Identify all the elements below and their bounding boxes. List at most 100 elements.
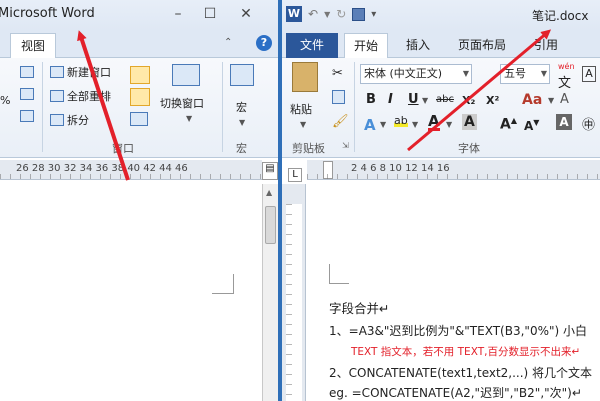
- tab-page-layout[interactable]: 页面布局: [452, 33, 512, 58]
- doc-heading: 字段合并↵: [329, 301, 390, 316]
- close-icon[interactable]: ✕: [238, 6, 254, 22]
- superscript-button[interactable]: X²: [486, 94, 499, 107]
- help-icon[interactable]: ?: [256, 35, 272, 51]
- new-window-icon: [50, 66, 64, 78]
- format-painter-icon[interactable]: 🖌: [332, 114, 349, 129]
- font-size-select[interactable]: 五号 ▼: [500, 64, 550, 84]
- left-document-area[interactable]: [0, 184, 262, 401]
- synchronous-scrolling-icon[interactable]: [130, 88, 150, 106]
- tab-home[interactable]: 开始: [344, 33, 388, 58]
- view-mode-icon[interactable]: [20, 110, 34, 122]
- left-word-window: Microsoft Word – ☐ ✕ 视图 ⌃ ? % 新建窗口 全部重排: [0, 0, 278, 401]
- view-mode-icon[interactable]: [20, 88, 34, 100]
- group-label-macros: 宏: [236, 142, 247, 155]
- chevron-down-icon: ▼: [462, 69, 469, 78]
- page-margin-marker: [329, 264, 349, 284]
- font-name-select[interactable]: 宋体 (中文正文) ▼: [360, 64, 472, 84]
- tab-view[interactable]: 视图: [10, 33, 56, 59]
- divider: [42, 62, 43, 152]
- copy-icon[interactable]: [332, 90, 345, 104]
- tab-insert[interactable]: 插入: [400, 33, 436, 58]
- arrange-all-icon: [50, 90, 64, 102]
- strikethrough-button[interactable]: abc: [436, 94, 454, 105]
- redo-icon[interactable]: ↻: [336, 7, 346, 21]
- tab-file[interactable]: 文件: [286, 33, 338, 58]
- screen: Microsoft Word – ☐ ✕ 视图 ⌃ ? % 新建窗口 全部重排: [0, 0, 600, 401]
- text-effects-icon[interactable]: A: [364, 116, 376, 134]
- customize-toolbar-icon[interactable]: ▾: [371, 9, 376, 20]
- tab-selector-icon[interactable]: L: [288, 168, 302, 182]
- paste-button[interactable]: 粘贴 ▼: [290, 62, 318, 129]
- maximize-icon[interactable]: ☐: [202, 6, 218, 22]
- word-logo-icon: W: [286, 6, 302, 22]
- left-horizontal-ruler: 26 28 30 32 34 36 38 40 42 44 46: [0, 160, 262, 180]
- arrange-all-button[interactable]: 全部重排: [50, 88, 111, 104]
- enclose-characters-icon[interactable]: A: [556, 114, 572, 130]
- character-shading-icon[interactable]: A: [462, 114, 477, 130]
- collapse-ribbon-icon[interactable]: ⌃: [224, 37, 232, 48]
- right-title-bar: W ↶ ▼ ↻ ▾ 笔记.docx: [282, 0, 600, 30]
- right-word-window: W ↶ ▼ ↻ ▾ 笔记.docx 文件 开始 插入 页面布局 引用 粘贴 ▼ …: [282, 0, 600, 401]
- chevron-down-icon[interactable]: ▼: [412, 120, 418, 129]
- page-margin-marker: [212, 274, 234, 294]
- italic-button[interactable]: I: [388, 92, 393, 107]
- chevron-down-icon: ▼: [239, 118, 246, 127]
- document-title: 笔记.docx: [532, 9, 589, 23]
- split-button[interactable]: 拆分: [50, 112, 89, 128]
- scrollbar-thumb[interactable]: [265, 206, 276, 244]
- enclosed-character-icon[interactable]: ㊥: [582, 114, 595, 133]
- document-area[interactable]: 字段合并↵ 1、=A3&"迟到比例为"&"TEXT(B3,"0%") 小白 TE…: [307, 184, 600, 401]
- font-color-icon[interactable]: A: [428, 114, 440, 131]
- split-icon: [50, 114, 64, 126]
- switch-windows-icon: [172, 64, 200, 86]
- change-case-icon[interactable]: Aa: [522, 92, 542, 108]
- dialog-launcher-icon[interactable]: ⇲: [342, 141, 349, 150]
- doc-line-1: 1、=A3&"迟到比例为"&"TEXT(B3,"0%") 小白: [329, 324, 587, 338]
- left-tab-row: 视图 ⌃ ?: [0, 30, 278, 59]
- left-window-title: Microsoft Word: [0, 6, 95, 21]
- new-window-button[interactable]: 新建窗口: [50, 64, 111, 80]
- chevron-down-icon: ▼: [300, 120, 307, 129]
- chevron-down-icon[interactable]: ▼: [548, 96, 554, 105]
- highlight-icon[interactable]: ab: [394, 114, 408, 127]
- quick-access-toolbar: W ↶ ▼ ↻ ▾: [286, 6, 376, 22]
- left-ribbon: % 新建窗口 全部重排 拆分 切换窗口 ▼ 宏 ▼ 窗口 宏: [0, 58, 278, 158]
- view-side-by-side-icon[interactable]: [130, 66, 150, 84]
- switch-windows-button[interactable]: 切换窗口 ▼: [160, 64, 204, 123]
- doc-line-1-note: TEXT 指文本，若不用 TEXT,百分数显示不出来↵: [351, 346, 581, 358]
- character-border-icon[interactable]: A: [582, 66, 596, 82]
- chevron-down-icon[interactable]: ▼: [422, 96, 428, 105]
- phonetic-guide-label: wén: [558, 62, 575, 71]
- cut-icon[interactable]: ✂: [332, 66, 343, 81]
- tab-references[interactable]: 引用: [528, 33, 564, 58]
- chevron-down-icon[interactable]: ▼: [324, 10, 330, 19]
- zoom-percent-icon[interactable]: %: [0, 94, 10, 107]
- divider: [354, 62, 355, 152]
- minimize-icon[interactable]: –: [170, 6, 186, 22]
- vertical-ruler: [282, 184, 306, 401]
- scroll-up-icon[interactable]: ▲: [266, 188, 272, 197]
- chevron-down-icon[interactable]: ▼: [380, 120, 386, 129]
- group-label-window: 窗口: [112, 142, 134, 155]
- bold-button[interactable]: B: [366, 92, 376, 107]
- shrink-font-button[interactable]: A▼: [524, 118, 539, 133]
- view-ruler-icon[interactable]: ▤: [262, 162, 278, 180]
- chevron-down-icon: ▼: [186, 114, 193, 123]
- view-mode-icon[interactable]: [20, 66, 34, 78]
- chevron-down-icon[interactable]: ▼: [446, 120, 452, 129]
- left-title-bar: Microsoft Word – ☐ ✕: [0, 0, 278, 30]
- paste-icon: [292, 62, 318, 92]
- phonetic-guide-icon[interactable]: 文: [558, 72, 571, 91]
- underline-button[interactable]: U: [408, 92, 419, 107]
- grow-font-button[interactable]: A▲: [500, 116, 517, 133]
- macros-button[interactable]: 宏 ▼: [230, 64, 254, 127]
- save-icon[interactable]: [352, 7, 366, 21]
- right-tab-row: 文件 开始 插入 页面布局 引用: [282, 30, 600, 58]
- reset-window-position-icon[interactable]: [130, 112, 148, 126]
- subscript-button[interactable]: X₂: [462, 94, 475, 107]
- left-vertical-scrollbar[interactable]: ▲: [262, 184, 278, 401]
- clear-formatting-icon[interactable]: A: [560, 92, 569, 107]
- right-ribbon: 粘贴 ▼ ✂ 🖌 宋体 (中文正文) ▼ 五号 ▼ wén 文 A B I U …: [282, 58, 600, 158]
- doc-line-2: 2、CONCATENATE(text1,text2,...) 将几个文本: [329, 366, 593, 380]
- undo-icon[interactable]: ↶: [308, 7, 318, 21]
